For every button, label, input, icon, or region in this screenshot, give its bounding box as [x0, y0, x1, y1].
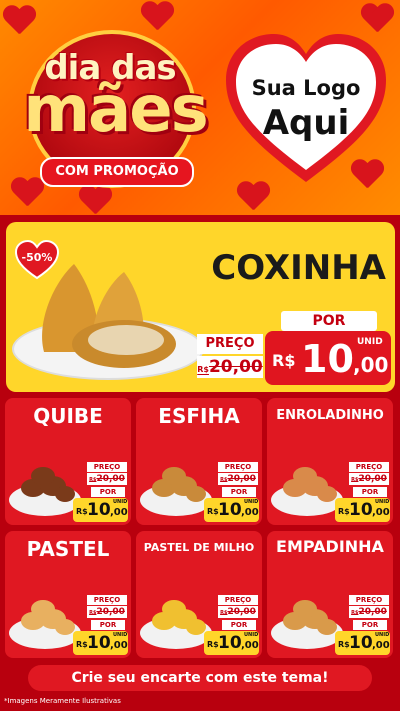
header-banner: dia das mães COM PROMOÇÃO Sua Logo Aqui [0, 0, 400, 215]
por-label: POR [222, 620, 256, 630]
price-decimal: ,00 [241, 507, 259, 518]
old-price-value: 20,00 [358, 607, 387, 617]
title-badge: dia das mães COM PROMOÇÃO [10, 20, 210, 188]
old-price-value: 20,00 [227, 474, 256, 484]
product-card: QUIBE PREÇO R$20,00 POR R$ 10,00 UNID [5, 398, 131, 525]
currency: R$ [207, 640, 219, 649]
price-integer: 10 [218, 500, 242, 520]
old-price-tag: PREÇO R$20,00 [197, 334, 263, 378]
currency: R$ [338, 507, 350, 516]
currency: R$ [76, 507, 88, 516]
old-price-value: 20,00 [227, 607, 256, 617]
old-price: R$20,00 [218, 606, 258, 618]
old-price: R$20,00 [87, 473, 127, 485]
unit-label: UNID [375, 499, 390, 505]
por-label: POR [91, 487, 125, 497]
por-label: POR [353, 620, 387, 630]
discount-text: -50% [21, 251, 53, 264]
new-price-tag: R$ 10,00 UNID [335, 498, 390, 522]
currency: R$ [76, 640, 88, 649]
old-price: R$20,00 [218, 473, 258, 485]
price-decimal: ,00 [241, 640, 259, 651]
currency: R$ [338, 640, 350, 649]
new-price-tag: R$ 10,00 UNID [73, 498, 128, 522]
price-label: PREÇO [87, 595, 127, 605]
unit-label: UNID [375, 632, 390, 638]
old-price-value: 20,00 [96, 607, 125, 617]
unit-label: UNID [113, 499, 128, 505]
product-name: PASTEL DE MILHO [143, 541, 255, 554]
old-price-value: 20,00 [358, 474, 387, 484]
old-price: R$20,00 [87, 606, 127, 618]
price-integer: 10 [87, 500, 111, 520]
price-integer: 10 [301, 337, 354, 381]
unit-label: UNID [113, 632, 128, 638]
logo-placeholder[interactable]: Sua Logo Aqui [222, 30, 390, 190]
product-card: ESFIHA PREÇO R$20,00 POR R$ 10,00 UNID [136, 398, 262, 525]
price-integer: 10 [349, 500, 373, 520]
old-price: R$20,00 [349, 473, 389, 485]
price-label: PREÇO [197, 334, 263, 354]
por-label: POR [353, 487, 387, 497]
product-name: QUIBE [33, 404, 103, 428]
old-price: R$20,00 [349, 606, 389, 618]
featured-product-name: COXINHA [211, 248, 386, 288]
cta-button[interactable]: Crie seu encarte com este tema! [28, 665, 372, 691]
por-label: POR [91, 620, 125, 630]
price-integer: 10 [218, 633, 242, 653]
price-label: PREÇO [87, 462, 127, 472]
logo-text-line2: Aqui [262, 103, 350, 143]
price-integer: 10 [87, 633, 111, 653]
por-label: POR [222, 487, 256, 497]
price-decimal: ,00 [372, 507, 390, 518]
unit-label: UNID [244, 499, 259, 505]
discount-badge: -50% [14, 239, 60, 280]
new-price-tag: R$ 10 ,00 UNID [265, 331, 391, 385]
por-label: POR [281, 311, 377, 331]
product-card: PASTEL DE MILHO PREÇO R$20,00 POR R$ 10,00 UNI… [136, 531, 262, 658]
price-label: PREÇO [349, 462, 389, 472]
currency: R$ [272, 351, 296, 370]
old-price-value: 20,00 [96, 474, 125, 484]
new-price-tag: R$ 10,00 UNID [335, 631, 390, 655]
product-name: EMPADINHA [276, 537, 384, 556]
logo-text-line1: Sua Logo [251, 76, 361, 100]
old-price: R$20,00 [197, 356, 263, 378]
currency: R$ [207, 507, 219, 516]
price-decimal: ,00 [372, 640, 390, 651]
new-price-tag: R$ 10,00 UNID [73, 631, 128, 655]
price-label: PREÇO [349, 595, 389, 605]
product-card: EMPADINHA PREÇO R$20,00 POR R$ 10,00 UNID [267, 531, 393, 658]
price-decimal: ,00 [353, 353, 389, 377]
price-label: PREÇO [218, 595, 258, 605]
promo-label: COM PROMOÇÃO [40, 157, 194, 187]
price-integer: 10 [349, 633, 373, 653]
old-price-currency: R$ [197, 365, 209, 374]
price-decimal: ,00 [110, 507, 128, 518]
product-name: ENROLADINHO [276, 408, 384, 423]
unit-label: UNID [357, 337, 383, 347]
product-name: PASTEL [26, 537, 110, 561]
old-price-value: 20,00 [208, 357, 263, 377]
heart-decoration-icon [10, 178, 44, 208]
product-card: ENROLADINHO PREÇO R$20,00 POR R$ 10,00 UNID [267, 398, 393, 525]
new-price-tag: R$ 10,00 UNID [204, 498, 259, 522]
product-card: PASTEL PREÇO R$20,00 POR R$ 10,00 UNID [5, 531, 131, 658]
title-maes: mães [23, 73, 208, 147]
heart-decoration-icon [78, 186, 112, 215]
new-price-tag: R$ 10,00 UNID [204, 631, 259, 655]
price-label: PREÇO [218, 462, 258, 472]
unit-label: UNID [244, 632, 259, 638]
product-name: ESFIHA [158, 404, 240, 428]
disclaimer: *Imagens Meramente Ilustrativas [4, 697, 121, 705]
price-decimal: ,00 [110, 640, 128, 651]
